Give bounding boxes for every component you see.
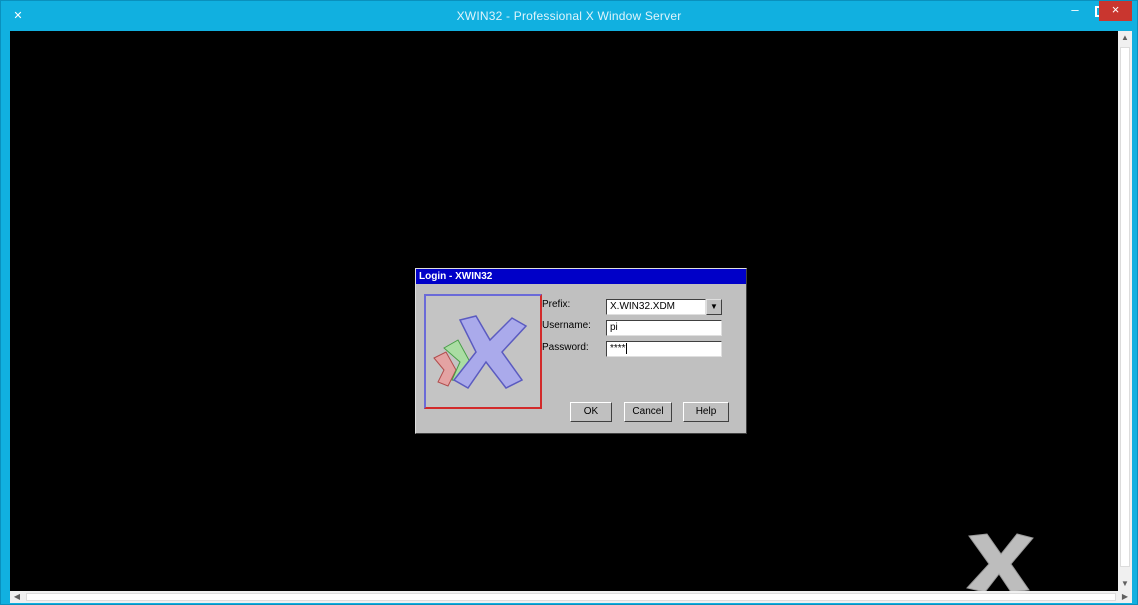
close-button[interactable]: ×: [1099, 1, 1132, 21]
password-value: ****: [610, 343, 626, 354]
prefix-label: Prefix:: [542, 299, 571, 310]
window-titlebar[interactable]: ✕ XWIN32 - Professional X Window Server …: [1, 1, 1137, 31]
prefix-select[interactable]: X.WIN32.XDM: [606, 299, 706, 315]
dialog-title: Login - XWIN32: [416, 269, 746, 284]
x-logo-icon: [424, 294, 542, 409]
ok-button[interactable]: OK: [570, 402, 612, 422]
x-watermark-icon: [959, 526, 1039, 591]
chevron-down-icon[interactable]: ▼: [706, 299, 722, 315]
login-dialog: Login - XWIN32 Prefix: X.WIN32.XDM ▼ Use…: [415, 268, 747, 434]
scroll-up-icon[interactable]: ▲: [1118, 31, 1132, 45]
app-window: ✕ XWIN32 - Professional X Window Server …: [0, 0, 1138, 605]
text-caret: [625, 342, 627, 354]
username-label: Username:: [542, 320, 591, 331]
horizontal-scrollbar[interactable]: ◀ ▶: [10, 591, 1132, 603]
cancel-button[interactable]: Cancel: [624, 402, 672, 422]
scroll-right-icon[interactable]: ▶: [1118, 591, 1132, 603]
minimize-button[interactable]: –: [1062, 1, 1088, 21]
window-title: XWIN32 - Professional X Window Server: [456, 9, 682, 23]
password-input[interactable]: ****: [606, 341, 722, 357]
horizontal-scroll-thumb[interactable]: [26, 593, 1116, 601]
password-label: Password:: [542, 342, 589, 353]
vertical-scrollbar[interactable]: ▲ ▼: [1118, 31, 1132, 591]
help-button[interactable]: Help: [683, 402, 729, 422]
scroll-left-icon[interactable]: ◀: [10, 591, 24, 603]
scroll-down-icon[interactable]: ▼: [1118, 577, 1132, 591]
vertical-scroll-thumb[interactable]: [1120, 47, 1130, 567]
username-input[interactable]: pi: [606, 320, 722, 336]
